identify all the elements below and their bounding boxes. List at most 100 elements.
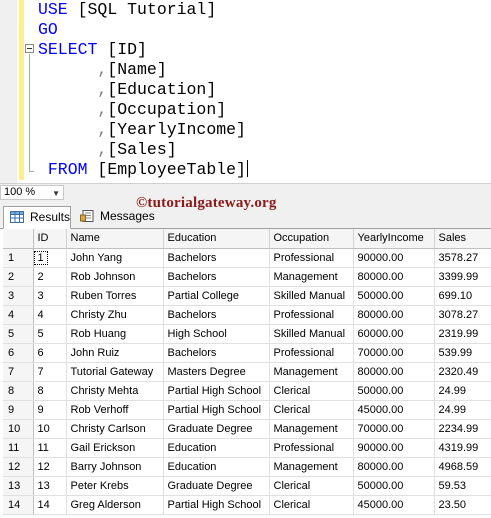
cell-name[interactable]: Rob Verhoff xyxy=(66,400,164,420)
row-number[interactable]: 1 xyxy=(3,248,34,268)
row-number[interactable]: 4 xyxy=(3,305,34,325)
row-number[interactable]: 2 xyxy=(3,267,34,287)
cell-sales[interactable]: 2234.99 xyxy=(434,419,491,439)
table-row[interactable]: 12 12 Barry Johnson Education Management 8000… xyxy=(3,457,491,477)
cell-id[interactable]: 2 xyxy=(33,267,67,287)
collapse-icon[interactable] xyxy=(25,44,34,53)
cell-id[interactable]: 7 xyxy=(33,362,67,382)
cell-id[interactable]: 3 xyxy=(33,286,67,306)
table-row[interactable]: 10 10 Christy Carlson Graduate Degree Manage… xyxy=(3,419,491,439)
cell-sales[interactable]: 539.99 xyxy=(434,343,491,363)
column-header-name[interactable]: Name xyxy=(66,229,164,249)
cell-sales[interactable]: 3399.99 xyxy=(434,267,491,287)
cell-yearlyincome[interactable]: 90000.00 xyxy=(353,248,435,268)
cell-yearlyincome[interactable]: 45000.00 xyxy=(353,400,435,420)
cell-occupation[interactable]: Clerical xyxy=(269,381,354,401)
table-row[interactable]: 1 1 John Yang Bachelors Professional 90000.00… xyxy=(3,248,491,268)
cell-id[interactable]: 14 xyxy=(33,495,67,515)
cell-yearlyincome[interactable]: 70000.00 xyxy=(353,343,435,363)
row-number[interactable]: 9 xyxy=(3,400,34,420)
cell-sales[interactable]: 23.50 xyxy=(434,495,491,515)
cell-name[interactable]: Rob Huang xyxy=(66,324,164,344)
cell-yearlyincome[interactable]: 50000.00 xyxy=(353,476,435,496)
cell-education[interactable]: Bachelors xyxy=(163,343,270,363)
code-line[interactable]: ,[Education] xyxy=(38,80,248,100)
table-row[interactable]: 7 7 Tutorial Gateway Masters Degree Manageme… xyxy=(3,362,491,382)
cell-sales[interactable]: 2319.99 xyxy=(434,324,491,344)
cell-id[interactable]: 5 xyxy=(33,324,67,344)
column-header-id[interactable]: ID xyxy=(33,229,67,249)
cell-name[interactable]: Christy Carlson xyxy=(66,419,164,439)
cell-yearlyincome[interactable]: 80000.00 xyxy=(353,362,435,382)
cell-sales[interactable]: 3578.27 xyxy=(434,248,491,268)
table-row[interactable]: 9 9 Rob Verhoff Partial High School Clerical… xyxy=(3,400,491,420)
cell-id[interactable]: 9 xyxy=(33,400,67,420)
row-number[interactable]: 6 xyxy=(3,343,34,363)
cell-name[interactable]: Greg Alderson xyxy=(66,495,164,515)
horizontal-scroll-area[interactable] xyxy=(66,189,126,195)
cell-id[interactable]: 12 xyxy=(33,457,67,477)
cell-id[interactable]: 10 xyxy=(33,419,67,439)
cell-id[interactable]: 6 xyxy=(33,343,67,363)
cell-id[interactable]: 1 xyxy=(33,248,67,268)
cell-yearlyincome[interactable]: 80000.00 xyxy=(353,457,435,477)
table-row[interactable]: 5 5 Rob Huang High School Skilled Manual 6000… xyxy=(3,324,491,344)
cell-id[interactable]: 8 xyxy=(33,381,67,401)
cell-sales[interactable]: 2320.49 xyxy=(434,362,491,382)
select-all-corner[interactable] xyxy=(3,229,34,249)
column-header-occupation[interactable]: Occupation xyxy=(269,229,354,249)
cell-name[interactable]: Ruben Torres xyxy=(66,286,164,306)
cell-education[interactable]: Bachelors xyxy=(163,267,270,287)
cell-education[interactable]: Graduate Degree xyxy=(163,476,270,496)
code-line[interactable]: GO xyxy=(38,20,248,40)
cell-name[interactable]: John Ruiz xyxy=(66,343,164,363)
code-line[interactable]: ,[Sales] xyxy=(38,140,248,160)
code-line[interactable]: FROM [EmployeeTable] xyxy=(38,160,248,180)
cell-education[interactable]: Partial High School xyxy=(163,400,270,420)
table-row[interactable]: 8 8 Christy Mehta Partial High School Cleric… xyxy=(3,381,491,401)
cell-occupation[interactable]: Professional xyxy=(269,343,354,363)
cell-id[interactable]: 11 xyxy=(33,438,67,458)
cell-education[interactable]: Education xyxy=(163,457,270,477)
cell-education[interactable]: Education xyxy=(163,438,270,458)
cell-yearlyincome[interactable]: 80000.00 xyxy=(353,305,435,325)
table-row[interactable]: 3 3 Ruben Torres Partial College Skilled Man… xyxy=(3,286,491,306)
cell-sales[interactable]: 3078.27 xyxy=(434,305,491,325)
row-number[interactable]: 13 xyxy=(3,476,34,496)
cell-sales[interactable]: 4319.99 xyxy=(434,438,491,458)
cell-occupation[interactable]: Management xyxy=(269,362,354,382)
cell-yearlyincome[interactable]: 60000.00 xyxy=(353,324,435,344)
cell-sales[interactable]: 699.10 xyxy=(434,286,491,306)
cell-education[interactable]: Masters Degree xyxy=(163,362,270,382)
table-row[interactable]: 4 4 Christy Zhu Bachelors Professional 80000.… xyxy=(3,305,491,325)
row-number[interactable]: 14 xyxy=(3,495,34,515)
cell-occupation[interactable]: Professional xyxy=(269,438,354,458)
cell-name[interactable]: Barry Johnson xyxy=(66,457,164,477)
cell-education[interactable]: Partial High School xyxy=(163,495,270,515)
cell-name[interactable]: Tutorial Gateway xyxy=(66,362,164,382)
cell-education[interactable]: Bachelors xyxy=(163,305,270,325)
cell-name[interactable]: John Yang xyxy=(66,248,164,268)
tab-results[interactable]: Results xyxy=(3,206,71,229)
cell-occupation[interactable]: Management xyxy=(269,419,354,439)
cell-sales[interactable]: 24.99 xyxy=(434,381,491,401)
row-number[interactable]: 11 xyxy=(3,438,34,458)
cell-education[interactable]: Partial College xyxy=(163,286,270,306)
table-row[interactable]: 13 13 Peter Krebs Graduate Degree Clerical 50… xyxy=(3,476,491,496)
table-row[interactable]: 11 11 Gail Erickson Education Professional 90… xyxy=(3,438,491,458)
code-line[interactable]: ,[Occupation] xyxy=(38,100,248,120)
chevron-down-icon[interactable]: ▼ xyxy=(52,187,60,200)
cell-yearlyincome[interactable]: 50000.00 xyxy=(353,286,435,306)
cell-yearlyincome[interactable]: 45000.00 xyxy=(353,495,435,515)
row-number[interactable]: 7 xyxy=(3,362,34,382)
code-line[interactable]: USE [SQL Tutorial] xyxy=(38,0,248,20)
cell-occupation[interactable]: Management xyxy=(269,457,354,477)
row-number[interactable]: 10 xyxy=(3,419,34,439)
cell-occupation[interactable]: Clerical xyxy=(269,400,354,420)
row-number[interactable]: 3 xyxy=(3,286,34,306)
zoom-dropdown[interactable]: 100 % ▼ xyxy=(0,185,64,200)
cell-occupation[interactable]: Professional xyxy=(269,305,354,325)
table-row[interactable]: 2 2 Rob Johnson Bachelors Management 80000.00… xyxy=(3,267,491,287)
cell-occupation[interactable]: Professional xyxy=(269,248,354,268)
code-line[interactable]: SELECT [ID] xyxy=(38,40,248,60)
